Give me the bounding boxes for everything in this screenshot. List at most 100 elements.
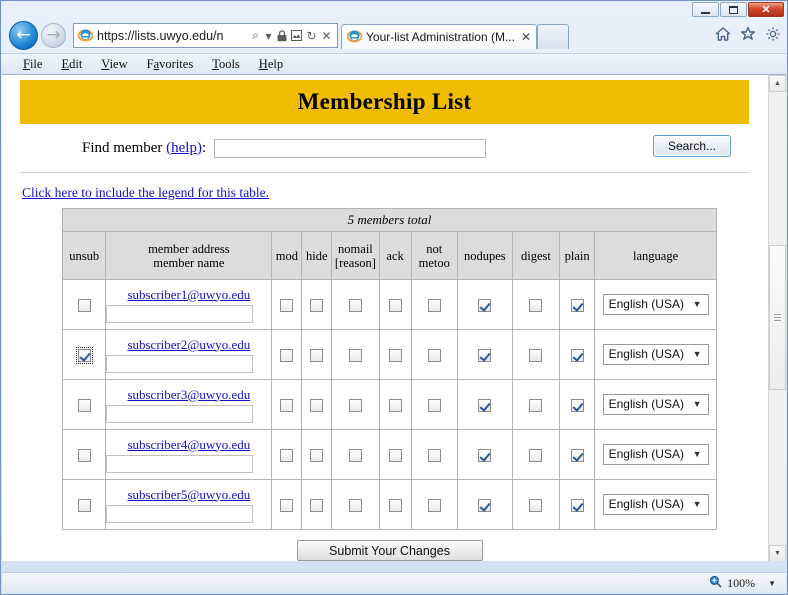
checkbox-nodupes[interactable] bbox=[478, 448, 492, 462]
scroll-up-button[interactable]: ▲ bbox=[769, 75, 786, 92]
language-select[interactable]: English (USA) ▼ bbox=[602, 494, 709, 515]
checkbox-ack[interactable] bbox=[388, 498, 402, 512]
zoom-control[interactable]: 100% ▼ bbox=[709, 575, 776, 592]
checkbox-mod[interactable] bbox=[280, 348, 294, 362]
menu-file[interactable]: File bbox=[23, 57, 42, 72]
checkbox-plain[interactable] bbox=[570, 398, 584, 412]
checkbox-digest[interactable] bbox=[529, 448, 543, 462]
member-address-link[interactable]: subscriber4@uwyo.edu bbox=[106, 437, 271, 453]
checkbox-not-metoo[interactable] bbox=[427, 298, 441, 312]
back-button[interactable]: ← bbox=[9, 21, 38, 50]
checkbox-nodupes[interactable] bbox=[478, 298, 492, 312]
language-select[interactable]: English (USA) ▼ bbox=[602, 444, 709, 465]
scroll-down-button[interactable]: ▼ bbox=[769, 545, 786, 561]
checkbox-ack[interactable] bbox=[388, 448, 402, 462]
member-address-link[interactable]: subscriber3@uwyo.edu bbox=[106, 387, 271, 403]
checkbox-ack[interactable] bbox=[388, 348, 402, 362]
table-header-row: unsub member address member name mod hid… bbox=[61, 231, 717, 280]
checkbox-ack[interactable] bbox=[388, 298, 402, 312]
language-select[interactable]: English (USA) ▼ bbox=[602, 344, 709, 365]
checkbox-mod[interactable] bbox=[280, 448, 294, 462]
member-name-input[interactable] bbox=[106, 304, 254, 323]
menu-edit[interactable]: Edit bbox=[61, 57, 82, 72]
cell-hide bbox=[301, 279, 333, 330]
member-address-link[interactable]: subscriber2@uwyo.edu bbox=[106, 337, 271, 353]
header-hide: hide bbox=[301, 231, 333, 280]
legend-link[interactable]: Click here to include the legend for thi… bbox=[22, 185, 767, 201]
member-address-link[interactable]: subscriber1@uwyo.edu bbox=[106, 287, 271, 303]
menu-help[interactable]: Help bbox=[259, 57, 283, 72]
checkbox-nodupes[interactable] bbox=[478, 498, 492, 512]
home-icon[interactable] bbox=[715, 26, 731, 45]
zoom-dropdown-icon[interactable]: ▼ bbox=[768, 579, 776, 588]
checkbox-plain[interactable] bbox=[570, 298, 584, 312]
member-name-input[interactable] bbox=[106, 404, 254, 423]
forward-button[interactable]: → bbox=[41, 23, 66, 48]
dropdown-arrow-icon[interactable]: ▾ bbox=[263, 26, 274, 46]
checkbox-nomail[interactable] bbox=[348, 498, 362, 512]
search-button[interactable]: Search... bbox=[653, 135, 731, 157]
lock-icon[interactable] bbox=[274, 26, 289, 46]
compatibility-view-icon[interactable] bbox=[289, 26, 304, 46]
checkbox-hide[interactable] bbox=[310, 298, 324, 312]
checkbox-plain[interactable] bbox=[570, 498, 584, 512]
checkbox-nomail[interactable] bbox=[348, 398, 362, 412]
scrollbar-thumb[interactable] bbox=[769, 245, 786, 390]
checkbox-nomail[interactable] bbox=[348, 348, 362, 362]
refresh-icon[interactable]: ↻ bbox=[304, 26, 319, 46]
checkbox-plain[interactable] bbox=[570, 348, 584, 362]
address-bar[interactable]: https://lists.uwyo.edu/n ⌕ ▾ ↻ ✕ bbox=[73, 23, 338, 48]
tab-close-icon[interactable]: ✕ bbox=[521, 30, 531, 44]
menu-favorites[interactable]: Favorites bbox=[147, 57, 194, 72]
checkbox-hide[interactable] bbox=[310, 348, 324, 362]
checkbox-digest[interactable] bbox=[529, 498, 543, 512]
close-button[interactable]: ✕ bbox=[748, 2, 784, 17]
checkbox-not-metoo[interactable] bbox=[427, 498, 441, 512]
page-scrollbar[interactable]: ▲ ▼ bbox=[768, 75, 786, 561]
checkbox-not-metoo[interactable] bbox=[427, 348, 441, 362]
checkbox-hide[interactable] bbox=[310, 448, 324, 462]
submit-changes-button[interactable]: Submit Your Changes bbox=[296, 540, 483, 561]
checkbox-unsub[interactable] bbox=[77, 398, 91, 412]
checkbox-mod[interactable] bbox=[280, 498, 294, 512]
checkbox-not-metoo[interactable] bbox=[427, 448, 441, 462]
checkbox-not-metoo[interactable] bbox=[427, 398, 441, 412]
header-nomail-line2: [reason] bbox=[334, 255, 376, 270]
checkbox-digest[interactable] bbox=[529, 298, 543, 312]
search-icon[interactable]: ⌕ bbox=[248, 26, 263, 46]
checkbox-unsub[interactable] bbox=[75, 346, 93, 364]
language-select[interactable]: English (USA) ▼ bbox=[602, 294, 709, 315]
menu-tools[interactable]: Tools bbox=[212, 57, 240, 72]
favorites-star-icon[interactable] bbox=[740, 26, 756, 45]
member-name-input[interactable] bbox=[106, 354, 254, 373]
checkbox-nodupes[interactable] bbox=[478, 398, 492, 412]
settings-gear-icon[interactable] bbox=[765, 26, 781, 45]
help-link[interactable]: (help) bbox=[166, 140, 202, 156]
stop-icon[interactable]: ✕ bbox=[319, 26, 334, 46]
member-address-link[interactable]: subscriber5@uwyo.edu bbox=[106, 487, 271, 503]
checkbox-nomail[interactable] bbox=[348, 298, 362, 312]
checkbox-hide[interactable] bbox=[310, 398, 324, 412]
checkbox-nomail[interactable] bbox=[348, 448, 362, 462]
checkbox-digest[interactable] bbox=[529, 348, 543, 362]
menu-view[interactable]: View bbox=[101, 57, 127, 72]
find-member-input[interactable] bbox=[214, 138, 487, 158]
checkbox-unsub[interactable] bbox=[77, 498, 91, 512]
checkbox-hide[interactable] bbox=[310, 498, 324, 512]
checkbox-unsub[interactable] bbox=[77, 448, 91, 462]
maximize-button[interactable] bbox=[720, 2, 747, 17]
checkbox-ack[interactable] bbox=[388, 398, 402, 412]
membership-table-wrapper: 5 members total unsub member address mem… bbox=[61, 208, 717, 561]
new-tab-button[interactable] bbox=[537, 24, 570, 49]
checkbox-plain[interactable] bbox=[570, 448, 584, 462]
browser-tab[interactable]: Your-list Administration (M... ✕ bbox=[341, 24, 538, 49]
checkbox-mod[interactable] bbox=[280, 298, 294, 312]
member-name-input[interactable] bbox=[106, 454, 254, 473]
checkbox-mod[interactable] bbox=[280, 398, 294, 412]
checkbox-digest[interactable] bbox=[529, 398, 543, 412]
member-name-input[interactable] bbox=[106, 504, 254, 523]
minimize-button[interactable] bbox=[692, 2, 719, 17]
language-select[interactable]: English (USA) ▼ bbox=[602, 394, 709, 415]
checkbox-unsub[interactable] bbox=[77, 298, 91, 312]
checkbox-nodupes[interactable] bbox=[478, 348, 492, 362]
